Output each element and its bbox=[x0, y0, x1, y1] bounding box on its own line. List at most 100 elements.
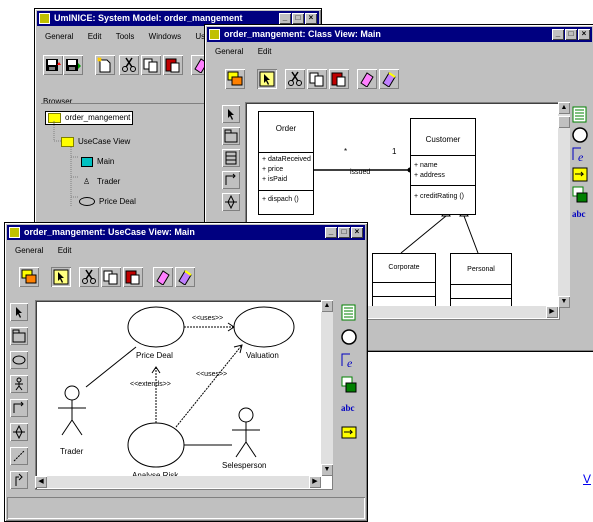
copy-button[interactable] bbox=[101, 267, 121, 287]
class-personal[interactable]: Personal bbox=[450, 253, 512, 311]
save-model-button[interactable] bbox=[63, 55, 83, 75]
tool-association[interactable] bbox=[222, 171, 240, 189]
tool-dependency[interactable] bbox=[10, 447, 28, 465]
scroll-right-button[interactable]: ▶ bbox=[546, 306, 558, 318]
class-corporate[interactable]: Corporate bbox=[372, 253, 436, 309]
menu-tools[interactable]: Tools bbox=[116, 32, 135, 41]
cut-button[interactable] bbox=[119, 55, 139, 75]
close-button[interactable]: × bbox=[351, 227, 363, 238]
close-button[interactable]: × bbox=[578, 29, 590, 40]
tool-documentation[interactable] bbox=[339, 303, 359, 322]
open-model-button[interactable] bbox=[43, 55, 63, 75]
copy-button[interactable] bbox=[141, 55, 161, 75]
tool-ellipse[interactable] bbox=[339, 327, 359, 346]
svg-text:e: e bbox=[578, 150, 584, 163]
eraser-button[interactable] bbox=[153, 267, 173, 287]
class-name: Corporate bbox=[388, 264, 420, 271]
select-model-button[interactable] bbox=[225, 69, 245, 89]
menu-general[interactable]: General bbox=[15, 246, 43, 255]
minimize-button[interactable]: _ bbox=[325, 227, 337, 238]
tool-actor[interactable] bbox=[10, 375, 28, 393]
tool-package[interactable] bbox=[10, 327, 28, 345]
pen-icon bbox=[382, 72, 396, 87]
tool-package[interactable] bbox=[222, 127, 240, 145]
menu-general[interactable]: General bbox=[215, 47, 243, 56]
tool-frame[interactable] bbox=[570, 185, 590, 204]
paste-button[interactable] bbox=[123, 267, 143, 287]
usecase-valuation-label[interactable]: Valuation bbox=[246, 351, 279, 360]
uses-label-1: <<uses>> bbox=[192, 315, 224, 322]
menu-windows[interactable]: Windows bbox=[149, 32, 181, 41]
ellipse-icon bbox=[12, 355, 26, 365]
scroll-left-button[interactable]: ◀ bbox=[35, 476, 47, 488]
tool-pointer[interactable] bbox=[222, 105, 240, 123]
usecase-diagram-canvas[interactable]: Price Deal Valuation Analyse Risk Trader… bbox=[35, 300, 333, 490]
operations-compartment bbox=[259, 190, 313, 191]
menu-edit[interactable]: Edit bbox=[258, 47, 272, 56]
maximize-button[interactable]: □ bbox=[565, 29, 577, 40]
tool-node[interactable] bbox=[222, 193, 240, 211]
tool-pointer[interactable] bbox=[10, 303, 28, 321]
arrow-icon bbox=[228, 109, 234, 120]
tool-ellipse[interactable] bbox=[570, 125, 590, 144]
maximize-button[interactable]: □ bbox=[292, 13, 304, 24]
tool-property[interactable]: e bbox=[339, 351, 359, 370]
actor-salesperson-label[interactable]: Selesperson bbox=[222, 461, 266, 470]
maximize-button[interactable]: □ bbox=[338, 227, 350, 238]
tool-text[interactable]: abc bbox=[570, 207, 590, 226]
class-customer[interactable]: Customer + name + address + creditRating… bbox=[410, 118, 476, 215]
usecase-vertical-scrollbar[interactable]: ▲ ▼ bbox=[321, 300, 333, 476]
property-icon: e bbox=[572, 147, 584, 163]
class-order[interactable]: Order + dataReceived + price + isPaid + … bbox=[258, 111, 314, 215]
new-button[interactable] bbox=[95, 55, 115, 75]
pointer-button[interactable] bbox=[51, 267, 71, 287]
tool-usecase[interactable] bbox=[10, 351, 28, 369]
close-button[interactable]: × bbox=[305, 13, 317, 24]
scroll-down-button[interactable]: ▼ bbox=[558, 296, 570, 308]
tool-note[interactable] bbox=[339, 425, 359, 444]
scroll-right-button[interactable]: ▶ bbox=[309, 476, 321, 488]
pen-button[interactable] bbox=[175, 267, 195, 287]
scroll-down-button[interactable]: ▼ bbox=[321, 464, 333, 476]
scroll-up-button[interactable]: ▲ bbox=[321, 300, 333, 312]
tool-documentation[interactable] bbox=[570, 105, 590, 124]
pen-button[interactable] bbox=[379, 69, 399, 89]
frame-icon bbox=[572, 186, 588, 203]
menu-general[interactable]: General bbox=[45, 32, 73, 41]
paste-button[interactable] bbox=[163, 55, 183, 75]
tool-frame[interactable] bbox=[339, 375, 359, 394]
tool-property[interactable]: e bbox=[570, 145, 590, 164]
frame-icon bbox=[341, 376, 357, 393]
tool-generalization[interactable] bbox=[10, 471, 28, 489]
scroll-up-button[interactable]: ▲ bbox=[558, 102, 570, 114]
menu-edit[interactable]: Edit bbox=[88, 32, 102, 41]
scroll-thumb[interactable] bbox=[558, 116, 570, 128]
tool-node[interactable] bbox=[10, 423, 28, 441]
copy-button[interactable] bbox=[307, 69, 327, 89]
eraser-button[interactable] bbox=[357, 69, 377, 89]
usecase-horizontal-scrollbar[interactable]: ◀ ▶ bbox=[35, 476, 321, 488]
class-window-titlebar[interactable]: order_mangement: Class View: Main _ □ × bbox=[207, 27, 592, 42]
multiplicity-left: * bbox=[344, 147, 348, 156]
usecase-price-deal-label[interactable]: Price Deal bbox=[136, 351, 173, 360]
new-icon bbox=[97, 57, 111, 73]
tool-text[interactable]: abc bbox=[339, 401, 359, 420]
usecase-view-window: order_mangement: UseCase View: Main _ □ × … bbox=[4, 222, 368, 522]
select-model-button[interactable] bbox=[19, 267, 39, 287]
minimize-button[interactable]: _ bbox=[279, 13, 291, 24]
cut-button[interactable] bbox=[79, 267, 99, 287]
class-vertical-scrollbar[interactable]: ▲ ▼ bbox=[558, 102, 570, 308]
cut-button[interactable] bbox=[285, 69, 305, 89]
actor-trader-label[interactable]: Trader bbox=[60, 447, 83, 456]
tool-class[interactable] bbox=[222, 149, 240, 167]
usecase-window-titlebar[interactable]: order_mangement: UseCase View: Main _ □ × bbox=[7, 225, 365, 240]
pointer-button[interactable] bbox=[257, 69, 277, 89]
multiplicity-right: 1 bbox=[392, 147, 397, 156]
minimize-button[interactable]: _ bbox=[552, 29, 564, 40]
paste-button[interactable] bbox=[329, 69, 349, 89]
link-v[interactable]: V bbox=[583, 472, 591, 486]
tool-association[interactable] bbox=[10, 399, 28, 417]
menu-edit[interactable]: Edit bbox=[58, 246, 72, 255]
pointer-icon bbox=[53, 269, 69, 285]
tool-note[interactable] bbox=[570, 165, 590, 184]
